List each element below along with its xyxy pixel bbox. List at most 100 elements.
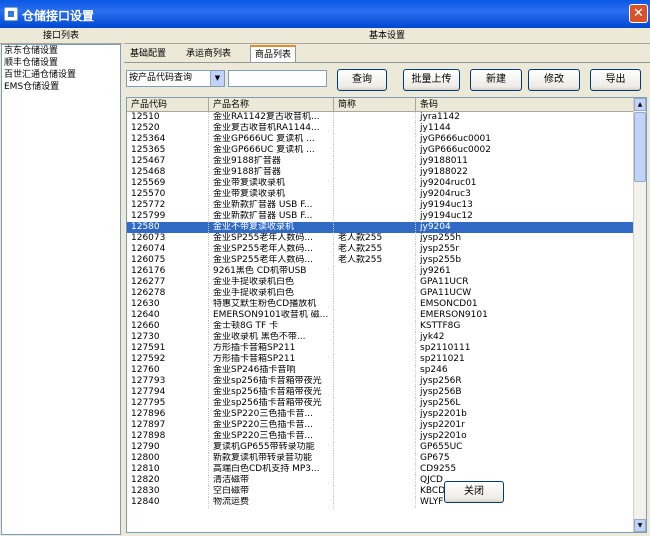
table-row[interactable]: 125799 金业新款扩音器 USB F... jy9194uc12 — [127, 211, 635, 222]
table-row[interactable]: 127794 金业sp256插卡音箱带夜光 jysp256B — [127, 387, 635, 398]
window-close-button[interactable]: ✕ — [629, 4, 648, 23]
interface-list-panel: 接口列表 京东仓储设置 顺丰仓储设置 百世汇通仓储设置 EMS仓储设置 — [0, 28, 122, 536]
table-row[interactable]: 12830 空白磁带 KBCD — [127, 486, 635, 497]
cell-name: 金业带复读收录机 — [209, 178, 334, 189]
cell-name: 新款复读机带转录音功能 — [209, 453, 334, 464]
new-button[interactable]: 新建 — [470, 69, 522, 91]
tab-strip: 基础配置 承运商列表 商品列表 — [124, 45, 650, 63]
table-row[interactable]: 125569 金业带复读收录机 jy9204ruc01 — [127, 178, 635, 189]
cell-barcode: jysp256B — [416, 387, 635, 398]
cell-code: 125799 — [127, 211, 209, 222]
table-body: 12510 金业RA1142复古收音机... jyra1142 12520 金业复古收音… — [127, 112, 635, 532]
cell-short-name — [334, 365, 416, 376]
scroll-up-icon[interactable]: ▲ — [634, 98, 646, 111]
table-row[interactable]: 126176 9261黑色 CD机带USB jy9261 — [127, 266, 635, 277]
table-row[interactable]: 12510 金业RA1142复古收音机... jyra1142 — [127, 112, 635, 123]
table-row[interactable]: 126278 金业手提收录机白色 GPA11UCW — [127, 288, 635, 299]
tab-basic-config[interactable]: 基础配置 — [126, 46, 170, 63]
cell-code: 127897 — [127, 420, 209, 431]
table-row[interactable]: 127795 金业sp256插卡音箱带夜光 jysp256L — [127, 398, 635, 409]
table-row[interactable]: 12640 EMERSON9101收音机 磁... EMERSON9101 — [127, 310, 635, 321]
table-row[interactable]: 125468 金业9188扩音器 jy9188022 — [127, 167, 635, 178]
edit-button[interactable]: 修改 — [528, 69, 580, 91]
title-bar: 仓储接口设置 ✕ — [0, 0, 650, 28]
close-button[interactable]: 关闭 — [444, 481, 504, 503]
column-header-name[interactable]: 产品名称 — [209, 98, 334, 112]
cell-barcode: jysp255h — [416, 233, 635, 244]
query-mode-select[interactable]: 按产品代码查询 ▼ — [126, 70, 225, 87]
cell-code: 12830 — [127, 486, 209, 497]
vertical-scrollbar[interactable]: ▲ ▼ — [633, 98, 646, 532]
table-row[interactable]: 127896 金业SP220三色插卡音... jysp2201b — [127, 409, 635, 420]
search-input[interactable] — [228, 70, 327, 87]
table-row[interactable]: 125772 金业新款扩音器 USB F... jy9194uc13 — [127, 200, 635, 211]
table-row[interactable]: 12800 新款复读机带转录音功能 GP675 — [127, 453, 635, 464]
cell-name: 金业RA1142复古收音机... — [209, 112, 334, 123]
table-row[interactable]: 127591 方形插卡音箱SP211 sp2110111 — [127, 343, 635, 354]
table-row[interactable]: 127897 金业SP220三色插卡音... jysp2201r — [127, 420, 635, 431]
cell-name: 金业SP246插卡音响 — [209, 365, 334, 376]
tab-product-list[interactable]: 商品列表 — [250, 45, 297, 63]
column-header-code[interactable]: 产品代码 — [127, 98, 209, 112]
cell-short-name — [334, 387, 416, 398]
table-row[interactable]: 125364 金业GP666UC 复读机 ... jyGP666uc0001 — [127, 134, 635, 145]
table-row[interactable]: 127793 金业sp256插卡音箱带夜光 jysp256R — [127, 376, 635, 387]
cell-short-name — [334, 431, 416, 442]
interface-list-item[interactable]: 顺丰仓储设置 — [2, 57, 120, 69]
table-row[interactable]: 12580 金业不带复读收录机 jy9204 — [127, 222, 635, 233]
table-row[interactable]: 12810 高端白色CD机支持 MP3... CD9255 — [127, 464, 635, 475]
table-row[interactable]: 125570 金业带复读收录机 jy9204ruc3 — [127, 189, 635, 200]
cell-name: 金业SP220三色插卡音... — [209, 431, 334, 442]
interface-list-item[interactable]: 百世汇通仓储设置 — [2, 69, 120, 81]
table-row[interactable]: 125365 金业GP666UC 复读机 ... jyGP666uc0002 — [127, 145, 635, 156]
table-row[interactable]: 12790 复读机GP655带转录功能 GP655UC — [127, 442, 635, 453]
table-row[interactable]: 12840 物流运费 WLYF — [127, 497, 635, 508]
interface-list-item[interactable]: EMS仓储设置 — [2, 81, 120, 93]
cell-code: 125570 — [127, 189, 209, 200]
cell-barcode: jysp2201o — [416, 431, 635, 442]
table-header: 产品代码 产品名称 简称 条码 — [127, 98, 635, 112]
tab-carrier-list[interactable]: 承运商列表 — [182, 46, 235, 63]
cell-short-name — [334, 189, 416, 200]
batch-upload-button[interactable]: 批量上传 — [403, 69, 460, 91]
cell-name: EMERSON9101收音机 磁... — [209, 310, 334, 321]
cell-short-name — [334, 321, 416, 332]
cell-barcode: jyk42 — [416, 332, 635, 343]
cell-short-name — [334, 200, 416, 211]
cell-barcode: jy9204ruc01 — [416, 178, 635, 189]
query-button[interactable]: 查询 — [337, 69, 387, 91]
cell-barcode: EMSONCD01 — [416, 299, 635, 310]
cell-name: 金业收录机 黑色不带... — [209, 332, 334, 343]
table-row[interactable]: 126074 金业SP255老年人数码... 老人款255 jysp255r — [127, 244, 635, 255]
cell-barcode: jy9194uc13 — [416, 200, 635, 211]
cell-barcode: jysp256L — [416, 398, 635, 409]
table-row[interactable]: 12660 金士顿8G TF 卡 KSTTF8G — [127, 321, 635, 332]
scroll-down-icon[interactable]: ▼ — [634, 519, 646, 532]
table-row[interactable]: 12820 清洁磁带 QJCD — [127, 475, 635, 486]
column-header-short-name[interactable]: 简称 — [334, 98, 416, 112]
table-row[interactable]: 127898 金业SP220三色插卡音... jysp2201o — [127, 431, 635, 442]
scroll-thumb[interactable] — [634, 112, 646, 182]
table-row[interactable]: 126277 金业手提收录机白色 GPA11UCR — [127, 277, 635, 288]
table-row[interactable]: 12520 金业复古收音机RA1144... jy1144 — [127, 123, 635, 134]
product-table[interactable]: 产品代码 产品名称 简称 条码 12510 金业RA1142复古收音机... jyr… — [126, 97, 647, 533]
table-row[interactable]: 12730 金业收录机 黑色不带... jyk42 — [127, 332, 635, 343]
cell-code: 12820 — [127, 475, 209, 486]
cell-name: 复读机GP655带转录功能 — [209, 442, 334, 453]
table-row[interactable]: 12630 特惠艾默生粉色CD播放机 EMSONCD01 — [127, 299, 635, 310]
table-row[interactable]: 125467 金业9188扩音器 jy9188011 — [127, 156, 635, 167]
table-row[interactable]: 126075 金业SP255老年人数码... 老人款255 jysp255b — [127, 255, 635, 266]
cell-short-name — [334, 222, 416, 233]
interface-list[interactable]: 京东仓储设置 顺丰仓储设置 百世汇通仓储设置 EMS仓储设置 — [1, 44, 121, 535]
chevron-down-icon[interactable]: ▼ — [210, 71, 224, 86]
table-row[interactable]: 127592 方形插卡音箱SP211 sp211021 — [127, 354, 635, 365]
query-mode-value: 按产品代码查询 — [129, 73, 193, 83]
cell-short-name — [334, 376, 416, 387]
cell-code: 12730 — [127, 332, 209, 343]
interface-list-item[interactable]: 京东仓储设置 — [2, 45, 120, 57]
table-row[interactable]: 12760 金业SP246插卡音响 sp246 — [127, 365, 635, 376]
column-header-barcode[interactable]: 条码 — [416, 98, 635, 112]
table-row[interactable]: 126073 金业SP255老年人数码... 老人款255 jysp255h — [127, 233, 635, 244]
export-button[interactable]: 导出 — [590, 69, 641, 91]
cell-code: 125569 — [127, 178, 209, 189]
